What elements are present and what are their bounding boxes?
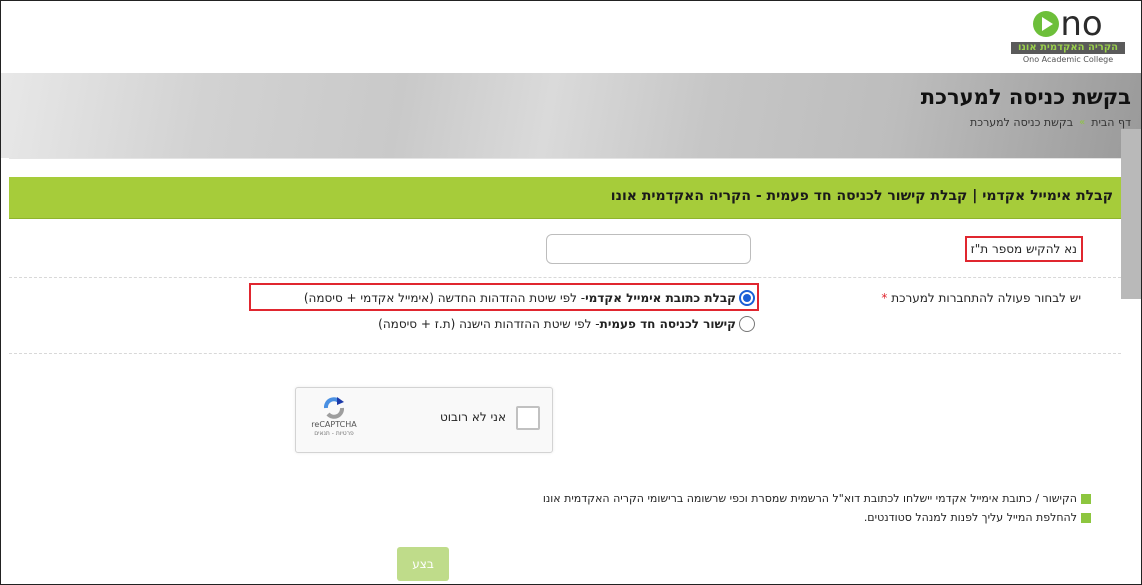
recaptcha-terms-link[interactable]: פרטיות - תנאים <box>304 430 364 438</box>
logo-mark: no <box>1003 7 1133 41</box>
top-bar: no הקריה האקדמית אונו Ono Academic Colle… <box>1 1 1141 73</box>
breadcrumb-separator-icon: » <box>1079 117 1086 128</box>
panel-title: קבלת אימייל אקדמי | קבלת קישור לכניסה חד… <box>610 188 1113 204</box>
id-number-input[interactable] <box>546 234 751 264</box>
green-bullet-icon <box>1081 512 1091 523</box>
recaptcha-checkbox[interactable] <box>516 406 540 430</box>
option-one-time-link-text: - לפי שיטת ההזדהות הישנה (ת.ז + סיסמה) <box>378 317 600 331</box>
hero-banner: בקשת כניסה למערכת דף הבית » בקשת כניסה ל… <box>1 73 1141 158</box>
logo-hebrew-text: הקריה האקדמית אונו <box>1011 42 1125 54</box>
green-bullet-icon <box>1081 493 1091 504</box>
id-row: נא להקיש מספר ת"ז <box>9 219 1121 278</box>
note-item: הקישור / כתובת אימייל אקדמי יישלחו לכתוב… <box>543 489 1091 508</box>
action-options: קבלת כתובת אימייל אקדמי - לפי שיטת ההזדה… <box>249 283 759 337</box>
page-title: בקשת כניסה למערכת <box>920 85 1131 109</box>
hero-side-strip <box>1121 129 1141 299</box>
ono-logo[interactable]: no הקריה האקדמית אונו Ono Academic Colle… <box>1003 7 1133 69</box>
breadcrumb-home-link[interactable]: דף הבית <box>1091 116 1131 129</box>
action-row: יש לבחור פעולה להתחברות למערכת * קבלת כת… <box>9 277 1121 354</box>
recaptcha-logo: reCAPTCHA פרטיות - תנאים <box>304 396 364 438</box>
logo-english-text: Ono Academic College <box>1022 55 1114 64</box>
page-frame: no הקריה האקדמית אונו Ono Academic Colle… <box>0 0 1142 585</box>
recaptcha-label: אני לא רובוט <box>439 410 506 424</box>
action-label-text: יש לבחור פעולה להתחברות למערכת <box>891 291 1081 305</box>
breadcrumb: דף הבית » בקשת כניסה למערכת <box>970 116 1131 129</box>
panel-header: קבלת אימייל אקדמי | קבלת קישור לכניסה חד… <box>9 177 1121 219</box>
ono-play-logo-icon <box>1033 11 1060 37</box>
form-card: קבלת אימייל אקדמי | קבלת קישור לכניסה חד… <box>9 158 1121 584</box>
breadcrumb-current: בקשת כניסה למערכת <box>970 116 1074 129</box>
option-highlight-box <box>249 283 759 311</box>
option-one-time-link-bold: קישור לכניסה חד פעמית <box>599 317 736 331</box>
required-mark: * <box>881 291 888 305</box>
radio-one-time-link[interactable] <box>739 316 755 332</box>
recaptcha-arrows-icon <box>320 396 348 420</box>
notes-list: הקישור / כתובת אימייל אקדמי יישלחו לכתוב… <box>543 489 1091 527</box>
id-label: נא להקיש מספר ת"ז <box>964 236 1083 262</box>
note-text: להחלפת המייל עליך לפנות למנהל סטודנטים. <box>863 511 1077 524</box>
note-item: להחלפת המייל עליך לפנות למנהל סטודנטים. <box>543 508 1091 527</box>
recaptcha-widget: אני לא רובוט reCAPTCHA פרטיות - תנאים <box>295 387 553 453</box>
submit-button[interactable]: בצע <box>397 547 449 581</box>
logo-mark-text: no <box>1060 4 1103 44</box>
option-one-time-link[interactable]: קישור לכניסה חד פעמית - לפי שיטת ההזדהות… <box>304 311 755 337</box>
radio-academic-email[interactable] <box>739 290 755 306</box>
action-label: יש לבחור פעולה להתחברות למערכת * <box>881 291 1081 305</box>
recaptcha-brand: reCAPTCHA <box>311 420 357 429</box>
note-text: הקישור / כתובת אימייל אקדמי יישלחו לכתוב… <box>542 492 1077 505</box>
